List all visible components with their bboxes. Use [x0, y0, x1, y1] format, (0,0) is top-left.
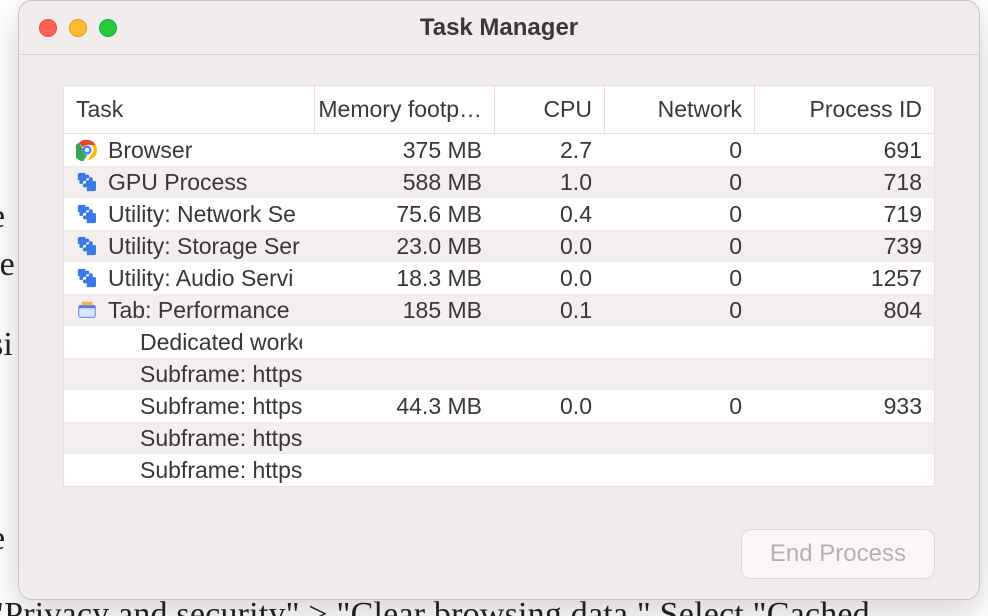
cell-network: 0	[604, 297, 754, 324]
column-header-task[interactable]: Task	[64, 86, 314, 133]
blank-icon	[108, 427, 130, 449]
background-text: le	[0, 246, 15, 284]
table-row[interactable]: Subframe: https://a	[64, 422, 934, 454]
cell-cpu: 0.1	[494, 297, 604, 324]
table-row[interactable]: Subframe: https://g	[64, 358, 934, 390]
cell-task: Subframe: https://a	[64, 425, 314, 452]
cell-task: GPU Process	[64, 169, 314, 196]
column-header-network[interactable]: Network	[604, 86, 754, 133]
task-name: Utility: Storage Ser	[108, 233, 300, 260]
cell-cpu: 0.0	[494, 265, 604, 292]
task-manager-window: Task Manager Task Memory footp… CPU Netw…	[18, 0, 980, 600]
puzzle-icon	[76, 203, 98, 225]
cell-cpu: 0.4	[494, 201, 604, 228]
cell-cpu: 0.0	[494, 233, 604, 260]
blank-icon	[108, 331, 130, 353]
cell-memory: 23.0 MB	[314, 233, 494, 260]
cell-memory: 588 MB	[314, 169, 494, 196]
cell-memory: 18.3 MB	[314, 265, 494, 292]
cell-network: 0	[604, 137, 754, 164]
maximize-icon[interactable]	[99, 19, 117, 37]
cell-pid: 739	[754, 233, 934, 260]
cell-pid: 718	[754, 169, 934, 196]
cell-task: Browser	[64, 137, 314, 164]
task-name: Browser	[108, 137, 192, 164]
background-text: si	[0, 326, 13, 364]
titlebar[interactable]: Task Manager	[19, 1, 979, 55]
blank-icon	[108, 395, 130, 417]
cell-pid: 933	[754, 393, 934, 420]
task-name: Subframe: https://g	[140, 361, 302, 388]
puzzle-icon	[76, 267, 98, 289]
puzzle-icon	[76, 235, 98, 257]
cell-task: Dedicated worker:	[64, 329, 314, 356]
cell-pid: 804	[754, 297, 934, 324]
background-text: e	[0, 520, 5, 558]
content-area: Task Memory footp… CPU Network Process I…	[19, 55, 979, 599]
table-row[interactable]: Subframe: https://a	[64, 454, 934, 486]
cell-pid: 1257	[754, 265, 934, 292]
cell-cpu: 2.7	[494, 137, 604, 164]
footer: End Process	[63, 511, 935, 579]
column-header-memory[interactable]: Memory footp…	[314, 86, 494, 133]
task-name: Utility: Audio Servi	[108, 265, 293, 292]
cell-task: Subframe: https://a	[64, 393, 314, 420]
cell-task: Utility: Audio Servi	[64, 265, 314, 292]
cell-cpu: 1.0	[494, 169, 604, 196]
table-row[interactable]: Subframe: https://a 44.3 MB0.00933	[64, 390, 934, 422]
minimize-icon[interactable]	[69, 19, 87, 37]
task-name: Utility: Network Se	[108, 201, 296, 228]
table-row[interactable]: Tab: Performance 185 MB0.10804	[64, 294, 934, 326]
cell-memory: 375 MB	[314, 137, 494, 164]
process-table: Task Memory footp… CPU Network Process I…	[63, 85, 935, 487]
table-row[interactable]: Utility: Audio Servi 18.3 MB0.001257	[64, 262, 934, 294]
table-row[interactable]: Browser 375 MB2.70691	[64, 134, 934, 166]
column-header-pid[interactable]: Process ID	[754, 86, 934, 133]
cell-pid: 691	[754, 137, 934, 164]
cell-network: 0	[604, 393, 754, 420]
cell-task: Subframe: https://g	[64, 361, 314, 388]
cell-task: Tab: Performance	[64, 297, 314, 324]
cell-memory: 44.3 MB	[314, 393, 494, 420]
cell-pid: 719	[754, 201, 934, 228]
window-title: Task Manager	[19, 14, 979, 42]
background-text: e	[0, 198, 5, 236]
table-row[interactable]: Utility: Storage Ser 23.0 MB0.00739	[64, 230, 934, 262]
chrome-icon	[76, 139, 98, 161]
cell-task: Utility: Network Se	[64, 201, 314, 228]
cell-task: Subframe: https://a	[64, 457, 314, 484]
cell-memory: 185 MB	[314, 297, 494, 324]
window-controls	[39, 19, 117, 37]
puzzle-icon	[76, 171, 98, 193]
column-header-cpu[interactable]: CPU	[494, 86, 604, 133]
table-row[interactable]: GPU Process 588 MB1.00718	[64, 166, 934, 198]
cell-cpu: 0.0	[494, 393, 604, 420]
task-name: Subframe: https://a	[140, 425, 302, 452]
task-name: Dedicated worker:	[140, 329, 302, 356]
task-name: GPU Process	[108, 169, 247, 196]
table-row[interactable]: Utility: Network Se 75.6 MB0.40719	[64, 198, 934, 230]
cell-memory: 75.6 MB	[314, 201, 494, 228]
task-name: Tab: Performance	[108, 297, 290, 324]
table-header: Task Memory footp… CPU Network Process I…	[64, 86, 934, 134]
cell-task: Utility: Storage Ser	[64, 233, 314, 260]
cell-network: 0	[604, 201, 754, 228]
end-process-button[interactable]: End Process	[741, 529, 935, 579]
tab-icon	[76, 299, 98, 321]
task-name: Subframe: https://a	[140, 393, 302, 420]
cell-network: 0	[604, 233, 754, 260]
task-name: Subframe: https://a	[140, 457, 302, 484]
close-icon[interactable]	[39, 19, 57, 37]
blank-icon	[108, 459, 130, 481]
cell-network: 0	[604, 265, 754, 292]
table-body: Browser375 MB2.70691GPU Process588 MB1.0…	[64, 134, 934, 486]
table-row[interactable]: Dedicated worker:	[64, 326, 934, 358]
cell-network: 0	[604, 169, 754, 196]
blank-icon	[108, 363, 130, 385]
